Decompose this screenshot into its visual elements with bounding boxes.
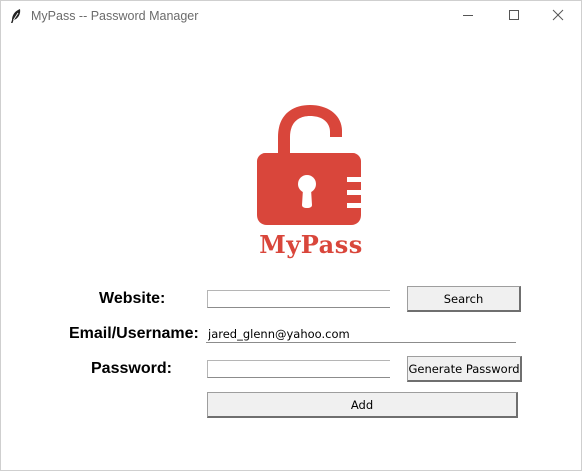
email-username-label: Email/Username: [69, 325, 199, 342]
logo-text: MyPass [259, 230, 363, 259]
minimize-icon [462, 8, 474, 26]
window-title: MyPass -- Password Manager [31, 9, 199, 23]
generate-password-button[interactable]: Generate Password [407, 356, 522, 382]
website-input[interactable] [207, 290, 390, 308]
add-button[interactable]: Add [207, 392, 518, 418]
search-button[interactable]: Search [407, 286, 521, 312]
maximize-icon [508, 8, 520, 26]
password-label: Password: [91, 360, 172, 377]
app-window: MyPass -- Password Manager MyPass Websit… [0, 0, 582, 471]
close-button[interactable] [535, 1, 581, 32]
minimize-button[interactable] [445, 1, 491, 32]
title-bar[interactable]: MyPass -- Password Manager [1, 1, 581, 32]
close-icon [552, 8, 564, 26]
feather-icon [9, 8, 23, 24]
email-username-input[interactable] [206, 325, 516, 343]
website-label: Website: [99, 290, 166, 307]
password-input[interactable] [207, 360, 390, 378]
open-padlock-icon [249, 101, 369, 226]
maximize-button[interactable] [491, 1, 537, 32]
